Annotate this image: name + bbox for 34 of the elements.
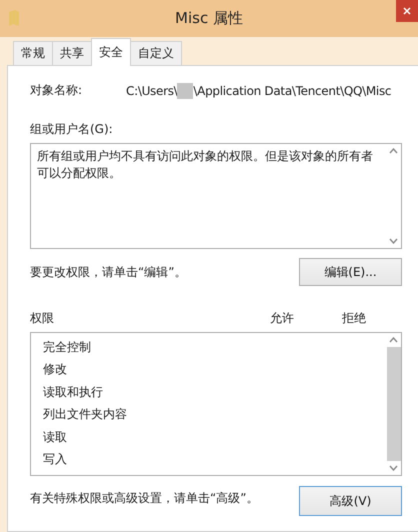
permission-name: 修改: [42, 361, 68, 378]
column-header: 允许: [270, 310, 295, 327]
tab[interactable]: 安全: [91, 38, 131, 66]
permission-name: 列出文件夹内容: [42, 406, 128, 424]
column-header: 权限: [30, 310, 55, 327]
advanced-button[interactable]: 高级(V): [299, 486, 402, 516]
column-header: 拒绝: [342, 310, 366, 327]
permission-name: 完全控制: [42, 338, 92, 356]
scrollbar-thumb[interactable]: [386, 347, 400, 461]
path-text: \Application Data\Tencent\QQ\Misc: [193, 84, 392, 98]
groups-label: 组或用户名(G):: [30, 121, 113, 138]
window-title: Misc 属性: [175, 9, 243, 28]
permission-name: 读取: [42, 428, 68, 446]
redaction-block: [177, 82, 194, 98]
no-access-message: 所有组或用户均不具有访问此对象的权限。但是该对象的所有者可以分配权限。: [37, 148, 374, 182]
scroll-down-icon[interactable]: [389, 238, 398, 244]
permission-name: 读取和执行: [42, 384, 104, 401]
scroll-up-icon[interactable]: [389, 148, 398, 154]
path-text: C:\Users\: [126, 84, 178, 98]
tab[interactable]: 共享: [52, 41, 92, 66]
tab[interactable]: 自定义: [130, 41, 182, 66]
scroll-up-icon[interactable]: [389, 337, 398, 343]
permission-name: 写入: [42, 451, 68, 468]
edit-hint: 要更改权限，请单击“编辑”。: [30, 264, 186, 281]
permissions-list[interactable]: 完全控制 修改 读取和执行 列出文件夹内容 读取 写入: [30, 332, 402, 476]
close-icon: [403, 7, 411, 15]
close-button[interactable]: [396, 0, 418, 22]
edit-button[interactable]: 编辑(E)...: [299, 258, 402, 286]
groups-list[interactable]: 所有组或用户均不具有访问此对象的权限。但是该对象的所有者可以分配权限。: [30, 143, 402, 249]
object-name-label: 对象名称:: [30, 82, 84, 99]
scroll-down-icon[interactable]: [389, 465, 398, 471]
tab[interactable]: 常规: [13, 41, 53, 66]
folder-icon: [9, 10, 19, 26]
advanced-hint: 有关特殊权限或高级设置，请单击“高级”。: [30, 490, 258, 507]
